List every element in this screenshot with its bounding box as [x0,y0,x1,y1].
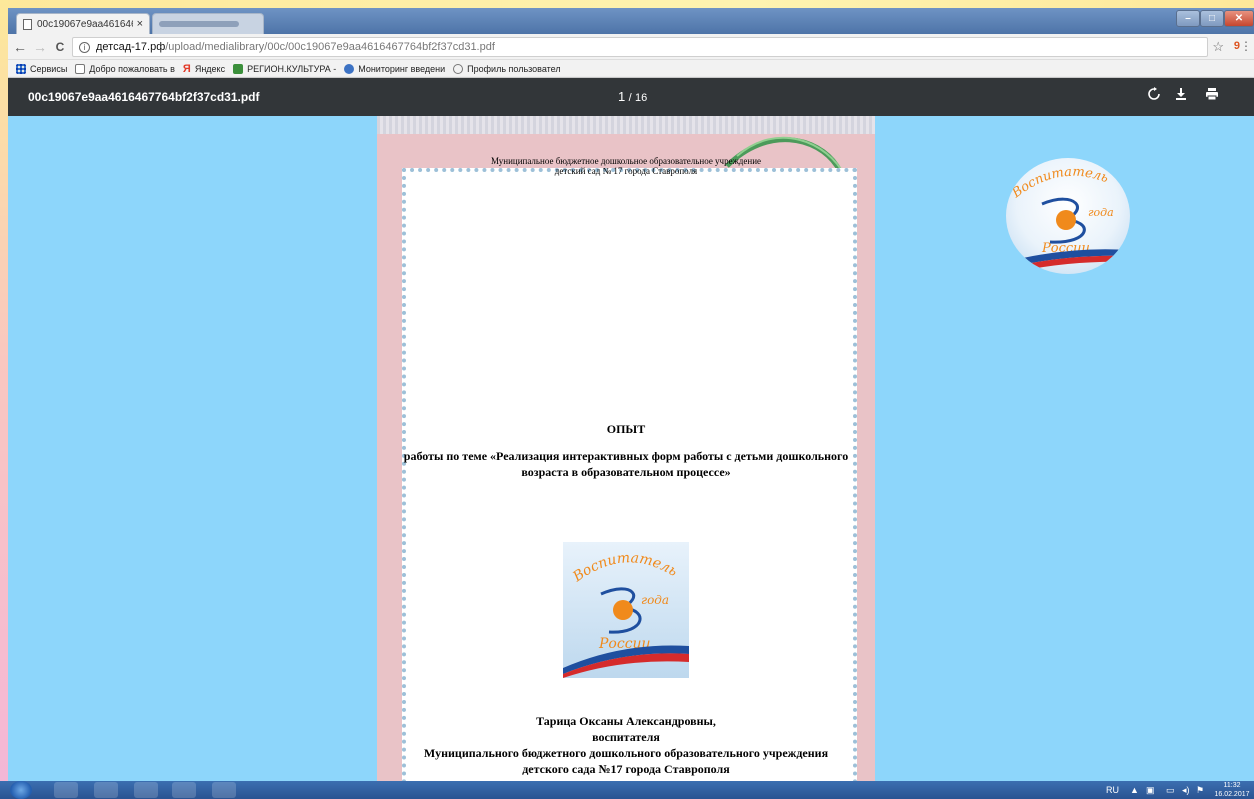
download-icon[interactable] [1171,87,1191,107]
tray-network-icon[interactable]: ▣ [1146,785,1155,796]
pdf-viewer[interactable]: Муниципальное бюджетное дошкольное образ… [8,116,1254,781]
page-indicator: 1 / 16 [618,89,647,104]
bookmark-monitoring[interactable]: Мониторинг введени [344,63,446,74]
pdf-page: Муниципальное бюджетное дошкольное образ… [377,116,875,781]
page-icon [75,63,86,74]
apps-grid-icon [16,63,26,74]
bookmark-label: РЕГИОН.КУЛЬТУРА - [247,63,337,74]
bookmark-label: Яндекс [194,63,226,74]
back-button[interactable]: ← [12,39,28,55]
bookmark-label: Профиль пользовател [467,63,561,74]
start-button[interactable] [10,781,32,799]
print-icon[interactable] [1202,87,1222,107]
browser-window: 00c19067e9aa46164677 × – □ ✕ ← → C i дет… [8,8,1254,781]
bookmark-profile[interactable]: Профиль пользовател [453,63,561,74]
institution-line-2: детский сад № 17 города Ставрополя [554,166,698,176]
logo-text-year-label: года [641,593,669,607]
pdf-filename: 00c19067e9aa4616467764bf2f37cd31.pdf [28,90,260,104]
yandex-icon: Я [182,62,191,75]
page-separator: / [628,92,632,104]
side-logo-badge: Воспитатель года России 2017 [1006,158,1130,274]
chrome-window-taskbar-icon[interactable] [172,782,196,798]
bookmark-services[interactable]: Сервисы [16,63,68,74]
tab-inactive[interactable] [152,13,264,34]
tab-title: 00c19067e9aa46164677 [37,18,133,30]
clock-date: 16.02.2017 [1214,791,1250,798]
tab-close-icon[interactable]: × [137,18,143,30]
excel-taskbar-icon[interactable] [212,782,236,798]
system-clock[interactable]: 11:32 16.02.2017 [1210,781,1254,799]
close-window-button[interactable]: ✕ [1224,10,1254,27]
tray-flag-icon[interactable]: ⚑ [1196,785,1204,796]
outer-frame-top [0,0,1254,8]
tray-display-icon[interactable]: ▭ [1166,785,1175,796]
current-page[interactable]: 1 [618,89,625,104]
tray-expand-icon[interactable]: ▲ [1130,785,1139,795]
document-heading: ОПЫТ [606,422,646,436]
tab-title-blurred [159,21,239,27]
forward-button[interactable]: → [32,39,48,55]
author-name: Тарица Оксаны Александровны, [536,714,716,728]
word-taskbar-icon[interactable] [134,782,158,798]
svg-text:Воспитатель: Воспитатель [1009,165,1111,202]
logo-text-top: Воспитатель [569,550,680,586]
document-icon [23,18,32,30]
bookmark-region-kultura[interactable]: РЕГИОН.КУЛЬТУРА - [233,63,337,74]
bookmark-welcome[interactable]: Добро пожаловать в [75,63,175,74]
bookmarks-bar: Сервисы Добро пожаловать в Я Яндекс РЕГИ… [8,60,1254,78]
side-logo-text-top: Воспитатель [1009,165,1111,202]
bookmark-yandex[interactable]: Я Яндекс [182,62,226,75]
tab-active-pdf[interactable]: 00c19067e9aa46164677 × [16,13,150,34]
chrome-taskbar-icon[interactable] [94,782,118,798]
url-host: детсад-17.рф [96,41,166,53]
info-icon[interactable]: i [79,41,90,53]
menu-icon[interactable]: ⋮ [1240,39,1252,53]
tray-volume-icon[interactable]: ◂) [1182,785,1190,796]
title-bar: 00c19067e9aa46164677 × – □ ✕ [8,8,1254,34]
language-indicator[interactable]: RU [1106,785,1119,795]
author-org-line-1: Муниципального бюджетного дошкольного об… [423,746,829,760]
side-logo-year-label: года [1088,206,1114,219]
clock-time: 11:32 [1223,782,1241,789]
maximize-button[interactable]: □ [1200,10,1224,27]
topic-line-1: работы по теме «Реализация интерактивных… [403,449,849,463]
author-org-line-2: детского сада №17 города Ставрополя [522,762,730,776]
bookmark-label: Мониторинг введени [358,63,446,74]
bookmark-label: Сервисы [30,63,68,74]
bookmark-label: Добро пожаловать в [89,63,175,74]
address-bar: ← → C i детсад-17.рф /upload/medialibrar… [8,34,1254,60]
url-input[interactable]: i детсад-17.рф /upload/medialibrary/00c/… [72,37,1208,57]
pdf-toolbar: 00c19067e9aa4616467764bf2f37cd31.pdf 1 /… [8,78,1254,116]
institution-line-1: Муниципальное бюджетное дошкольное образ… [491,156,761,166]
educator-year-logo: Воспитатель года России 2017 [563,542,689,678]
monitoring-icon [344,63,355,74]
bookmark-star-icon[interactable]: ☆ [1212,39,1224,55]
total-pages: 16 [634,92,648,104]
profile-icon [453,63,464,74]
explorer-taskbar-icon[interactable] [54,782,78,798]
reload-button[interactable]: C [52,40,68,54]
url-path: /upload/medialibrary/00c/00c19067e9aa461… [165,41,495,53]
region-kultura-icon [233,63,244,74]
author-role: воспитателя [592,730,660,744]
outer-frame-left [0,0,8,799]
taskbar: RU ▲ ▣ ▭ ◂) ⚑ 11:32 16.02.2017 [0,781,1254,799]
rotate-icon[interactable] [1144,87,1164,107]
svg-text:Воспитатель: Воспитатель [569,550,680,586]
minimize-button[interactable]: – [1176,10,1200,27]
topic-line-2: возраста в образовательном процессе» [521,465,731,479]
